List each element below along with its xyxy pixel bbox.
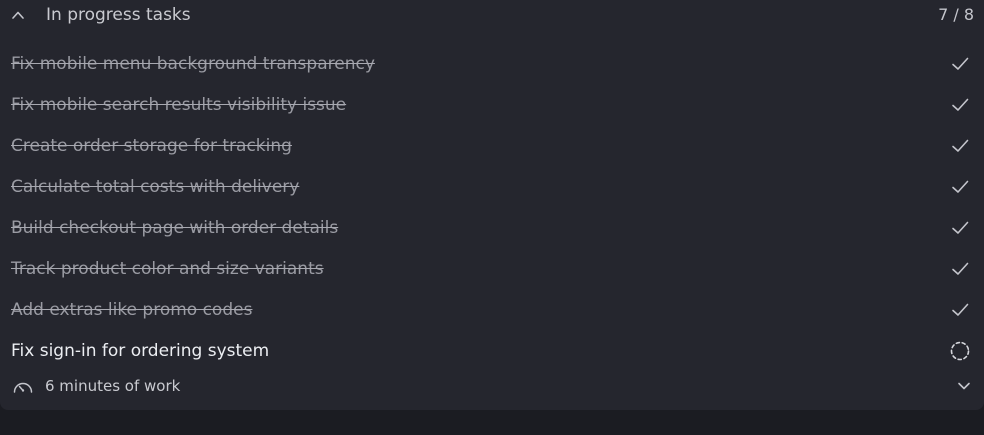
checkmark-icon xyxy=(952,57,969,70)
task-footer[interactable]: 6 minutes of work xyxy=(0,372,984,400)
task-label: Create order storage for tracking xyxy=(11,136,292,156)
chevron-down-icon[interactable] xyxy=(956,379,972,393)
checkmark-icon xyxy=(952,98,969,111)
task-item[interactable]: Track product color and size variants xyxy=(0,248,984,289)
tasks-panel: In progress tasks 7 / 8 Fix mobile menu … xyxy=(0,0,984,410)
section-title: In progress tasks xyxy=(46,5,191,25)
task-item[interactable]: Add extras like promo codes xyxy=(0,289,984,330)
task-label: Build checkout page with order details xyxy=(11,218,339,238)
task-item[interactable]: Calculate total costs with delivery xyxy=(0,166,984,207)
task-item[interactable]: Fix mobile search results visibility iss… xyxy=(0,84,984,125)
work-duration: 6 minutes of work xyxy=(45,377,181,395)
task-label: Track product color and size variants xyxy=(11,259,324,279)
gauge-icon xyxy=(13,382,33,393)
task-item[interactable]: Fix mobile menu background transparency xyxy=(0,43,984,84)
task-label: Calculate total costs with delivery xyxy=(11,177,300,197)
task-counter: 7 / 8 xyxy=(938,5,974,24)
task-label: Fix sign-in for ordering system xyxy=(11,341,270,361)
task-item-active[interactable]: Fix sign-in for ordering system xyxy=(0,330,984,371)
in-progress-icon xyxy=(950,341,970,361)
checkmark-icon xyxy=(952,262,969,275)
task-label: Add extras like promo codes xyxy=(11,300,253,320)
task-label: Fix mobile menu background transparency xyxy=(11,54,375,74)
checkmark-icon xyxy=(952,139,969,152)
task-list: Fix mobile menu background transparency … xyxy=(0,43,984,371)
checkmark-icon xyxy=(952,303,969,316)
chevron-up-icon[interactable] xyxy=(11,8,25,22)
task-label: Fix mobile search results visibility iss… xyxy=(11,95,347,115)
checkmark-icon xyxy=(952,221,969,234)
tasks-header[interactable]: In progress tasks 7 / 8 xyxy=(0,0,984,32)
task-item[interactable]: Create order storage for tracking xyxy=(0,125,984,166)
task-item[interactable]: Build checkout page with order details xyxy=(0,207,984,248)
checkmark-icon xyxy=(952,180,969,193)
